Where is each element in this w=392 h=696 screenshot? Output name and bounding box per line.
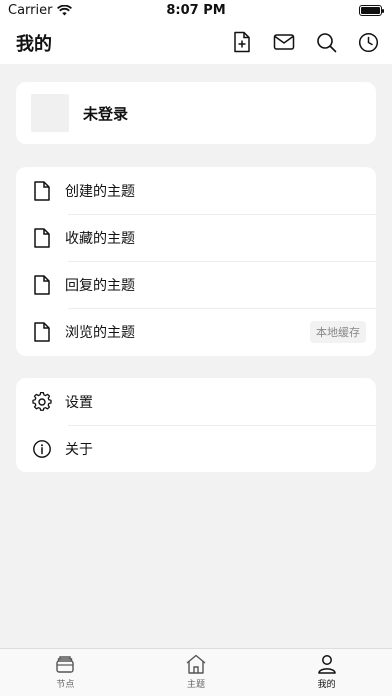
status-time: 8:07 PM: [166, 3, 226, 18]
mail-icon: [273, 34, 295, 50]
list-item-label: 浏览的主题: [65, 324, 135, 341]
tab-mine[interactable]: 我的: [261, 649, 392, 696]
file-icon: [32, 227, 52, 248]
new-document-icon: [234, 31, 250, 53]
list-item-label: 收藏的主题: [65, 230, 135, 247]
list-item-favorite-topics[interactable]: 收藏的主题: [16, 214, 376, 261]
login-status: 未登录: [83, 104, 129, 123]
list-item-viewed-topics[interactable]: 浏览的主题 本地缓存: [16, 308, 376, 355]
avatar: [31, 94, 69, 132]
file-icon: [32, 180, 52, 201]
clock-icon: [358, 32, 378, 52]
layers-icon: [56, 656, 75, 673]
nav-bar: 我的: [0, 22, 392, 64]
tab-topics[interactable]: 主题: [131, 649, 262, 696]
local-cache-badge: 本地缓存: [310, 321, 366, 343]
list-item-created-topics[interactable]: 创建的主题: [16, 167, 376, 214]
tab-label: 我的: [317, 680, 336, 690]
search-button[interactable]: [314, 30, 338, 54]
list-item-replied-topics[interactable]: 回复的主题: [16, 261, 376, 308]
nav-actions: [230, 30, 380, 54]
new-topic-button[interactable]: [230, 30, 254, 54]
search-icon: [316, 32, 336, 52]
tab-label: 主题: [187, 680, 206, 690]
info-icon: [32, 439, 52, 459]
tab-label: 节点: [56, 680, 75, 690]
topics-list: 创建的主题 收藏的主题 回复的主题 浏览的主题 本地缓存: [16, 167, 376, 356]
list-item-label: 设置: [65, 394, 93, 411]
file-icon: [32, 321, 52, 342]
list-item-label: 关于: [65, 441, 93, 458]
tab-nodes[interactable]: 节点: [0, 649, 131, 696]
list-item-settings[interactable]: 设置: [16, 378, 376, 425]
file-icon: [32, 274, 52, 295]
profile-card[interactable]: 未登录: [16, 82, 376, 144]
home-icon: [186, 654, 206, 674]
page-title: 我的: [16, 34, 52, 55]
battery-icon: [359, 5, 384, 16]
gear-icon: [32, 391, 52, 412]
notifications-button[interactable]: [272, 30, 296, 54]
person-icon: [317, 655, 336, 674]
list-item-label: 创建的主题: [65, 183, 135, 200]
list-item-label: 回复的主题: [65, 277, 135, 294]
tab-bar: 节点 主题 我的: [0, 648, 392, 696]
settings-list: 设置 关于: [16, 378, 376, 472]
list-item-about[interactable]: 关于: [16, 425, 376, 472]
history-button[interactable]: [356, 30, 380, 54]
status-bar: Carrier 8:07 PM: [0, 0, 392, 22]
